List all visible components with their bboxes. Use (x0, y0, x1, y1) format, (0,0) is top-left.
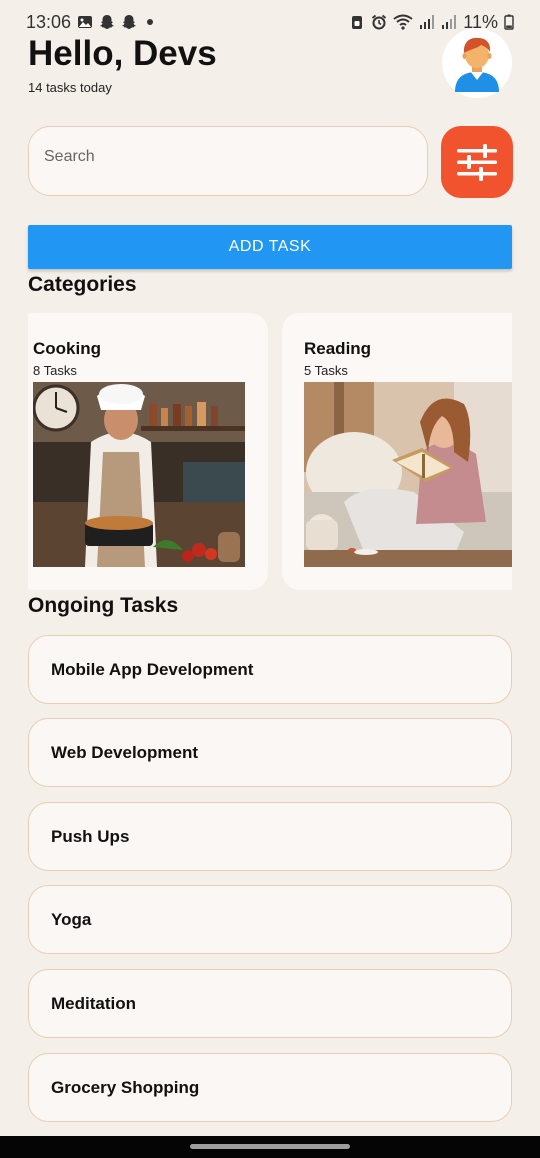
signal-icon (442, 15, 457, 29)
task-item-push-ups[interactable]: Push Ups (28, 802, 512, 871)
avatar[interactable] (442, 28, 512, 98)
battery-icon (504, 14, 514, 30)
task-item-web-development[interactable]: Web Development (28, 718, 512, 787)
categories-heading: Categories (28, 273, 137, 296)
category-count: 8 Tasks (33, 363, 77, 378)
add-task-button[interactable]: ADD TASK (28, 225, 512, 269)
system-nav-bar (0, 1136, 540, 1158)
lock-icon (352, 16, 363, 29)
signal-icon (420, 15, 435, 29)
wifi-icon (393, 14, 413, 30)
sliders-icon (457, 144, 497, 181)
category-count: 5 Tasks (304, 363, 348, 378)
category-card-cooking[interactable]: Cooking 8 Tasks (28, 313, 268, 590)
status-left: 13:06 (26, 11, 154, 33)
task-count-subtitle: 14 tasks today (28, 80, 112, 95)
status-time: 13:06 (26, 11, 72, 32)
reading-photo (304, 382, 512, 567)
category-name: Cooking (33, 339, 101, 358)
task-item-yoga[interactable]: Yoga (28, 885, 512, 954)
task-item-meditation[interactable]: Meditation (28, 969, 512, 1038)
cooking-photo (33, 382, 245, 567)
gallery-icon (78, 16, 93, 28)
alarm-icon (372, 14, 387, 30)
page-title: Hello, Devs (28, 34, 217, 73)
snapchat-icon (122, 15, 137, 29)
category-name: Reading (304, 339, 372, 358)
search-input[interactable] (44, 148, 427, 166)
dot-icon (147, 19, 154, 25)
search-box[interactable] (28, 126, 428, 196)
home-gesture-handle[interactable] (190, 1144, 350, 1149)
category-card-reading[interactable]: Reading 5 Tasks (282, 313, 512, 590)
person-avatar-icon (455, 37, 499, 92)
snapchat-icon (100, 15, 115, 29)
task-item-grocery-shopping[interactable]: Grocery Shopping (28, 1053, 512, 1122)
ongoing-tasks-heading: Ongoing Tasks (28, 594, 179, 617)
task-item-mobile-app-development[interactable]: Mobile App Development (28, 635, 512, 704)
categories-list[interactable]: Cooking 8 Tasks Reading 5 Tasks (28, 313, 512, 591)
filter-button[interactable] (441, 126, 513, 198)
